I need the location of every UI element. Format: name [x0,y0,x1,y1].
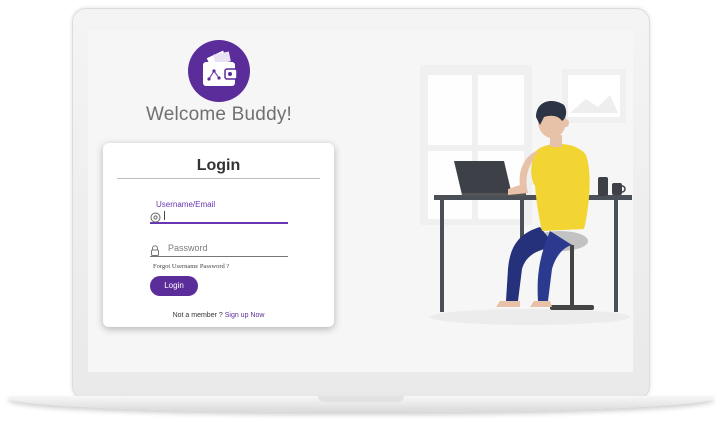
password-placeholder: Password [168,243,208,253]
text-cursor [164,211,165,220]
signup-link[interactable]: Sign up Now [225,312,265,319]
title-divider [117,178,320,179]
username-field[interactable] [150,208,288,224]
laptop-notch [318,396,404,402]
forgot-password-link[interactable]: Forgot Username Password ? [153,263,229,270]
login-button[interactable]: Login [150,276,198,296]
welcome-heading: Welcome Buddy! [145,104,293,125]
window-illustration [420,65,532,225]
wall-picture-illustration [562,69,626,123]
lock-icon [150,243,160,261]
login-card: Login Username/Email Password Forgot Use… [103,143,334,327]
mug-illustration [612,183,622,195]
at-sign-icon [150,210,161,228]
signup-prompt: Not a member ? [172,312,223,319]
login-title: Login [196,157,241,174]
wallet-logo-icon [188,40,250,102]
thermos-illustration [598,177,608,196]
signup-row: Not a member ? Sign up Now [103,312,334,319]
password-field[interactable]: Password [150,241,288,257]
person-at-desk-illustration [420,65,632,325]
